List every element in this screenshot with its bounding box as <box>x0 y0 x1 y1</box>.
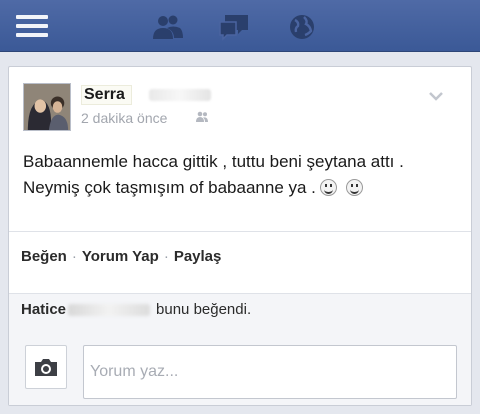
divider <box>9 231 471 232</box>
friend-requests-icon[interactable] <box>150 12 186 42</box>
share-button[interactable]: Paylaş <box>174 248 222 265</box>
camera-icon <box>35 359 57 376</box>
like-button[interactable]: Beğen <box>21 248 67 265</box>
post-actions: Beğen · Yorum Yap · Paylaş <box>21 248 221 265</box>
notifications-globe-icon[interactable] <box>284 12 320 42</box>
post-text-line: Neymiş çok taşmışım of babaanne ya . <box>23 175 463 201</box>
post-timestamp[interactable]: 2 dakika önce <box>81 110 167 126</box>
redacted-surname <box>149 89 211 101</box>
post-text: Babaannemle hacca gittik , tuttu beni şe… <box>23 149 463 201</box>
likes-suffix: bunu beğendi. <box>156 301 252 318</box>
top-navigation-bar <box>0 0 480 52</box>
camera-button[interactable] <box>25 345 67 389</box>
friends-audience-icon <box>196 111 208 122</box>
liker-name[interactable]: Hatice <box>21 301 66 318</box>
hamburger-menu-icon[interactable] <box>14 12 50 40</box>
separator-dot: · <box>163 248 169 265</box>
post-card: Serra 2 dakika önce Babaannemle hacca gi… <box>8 66 472 406</box>
comment-input[interactable] <box>83 345 457 399</box>
separator-dot: · <box>71 248 77 265</box>
author-name[interactable]: Serra <box>81 85 132 105</box>
chevron-down-icon[interactable] <box>427 89 445 103</box>
smiley-emoji-icon <box>319 179 337 196</box>
post-text-line: Babaannemle hacca gittik , tuttu beni şe… <box>23 152 404 171</box>
messages-icon[interactable] <box>216 12 252 42</box>
avatar[interactable] <box>23 83 71 131</box>
likes-summary: Hatice bunu beğendi. <box>21 301 251 318</box>
redacted-liker-surname <box>68 303 151 316</box>
comment-button[interactable]: Yorum Yap <box>82 248 159 265</box>
smiley-emoji-icon <box>345 179 363 196</box>
divider <box>9 293 471 294</box>
